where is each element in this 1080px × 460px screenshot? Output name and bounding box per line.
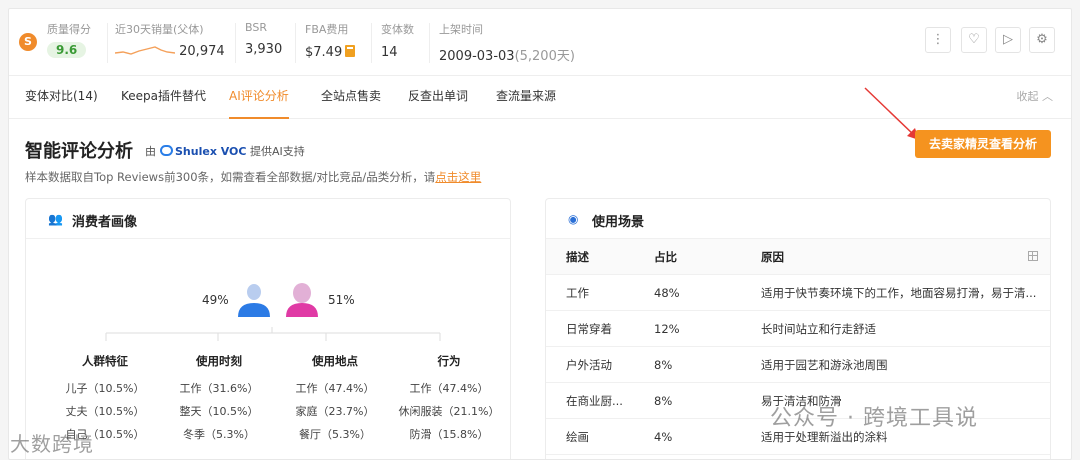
view-in-seller-sprite-button[interactable]: 去卖家精灵查看分析 bbox=[915, 130, 1051, 158]
tab-ai-review[interactable]: AI评论分析 bbox=[229, 76, 289, 119]
consumer-persona-panel: 👥 消费者画像 49% 51% 人群特征 儿子（10.5%） 丈夫（10.5%）… bbox=[25, 198, 511, 459]
powered-by: 由 Shulex VOC 提供AI支持 bbox=[145, 145, 305, 158]
video-icon[interactable]: ▷ bbox=[995, 27, 1021, 53]
quality-score-badge: 9.6 bbox=[47, 42, 87, 58]
table-row: 户外活动 8% 适用于园艺和游泳池周围 bbox=[546, 347, 1050, 383]
stat-listed: 上架时间 2009-03-03(5,200天) bbox=[439, 23, 575, 64]
female-avatar-icon bbox=[286, 283, 318, 317]
persona-group: 行为 工作（47.4%） 休闲服装（21.1%） 防滑（15.8%） bbox=[398, 354, 500, 441]
gear-icon[interactable]: ⚙ bbox=[1029, 27, 1055, 53]
more-icon[interactable]: ⋮ bbox=[925, 27, 951, 53]
calculator-icon[interactable] bbox=[345, 45, 356, 57]
tab-keepa[interactable]: Keepa插件替代 bbox=[121, 76, 206, 119]
table-row: 日常穿着 12% 长时间站立和行走舒适 bbox=[546, 311, 1050, 347]
section-description: 样本数据取自Top Reviews前300条，如需查看全部数据/对比竞品/品类分… bbox=[25, 170, 482, 184]
stats-bar: S 质量得分 9.6 近30天销量(父体) 20,974 BSR 3,930 F… bbox=[9, 9, 1071, 75]
persona-group: 使用时刻 工作（31.6%） 整天（10.5%） 冬季（5.3%） bbox=[179, 354, 259, 441]
tab-traffic-source[interactable]: 查流量来源 bbox=[496, 76, 556, 119]
users-icon: 👥 bbox=[48, 212, 63, 226]
collapse-button[interactable]: 收起 ︿ bbox=[1017, 76, 1054, 118]
product-card: S 质量得分 9.6 近30天销量(父体) 20,974 BSR 3,930 F… bbox=[8, 8, 1072, 460]
sales-sparkline-icon bbox=[114, 46, 176, 55]
tab-reverse-keywords[interactable]: 反查出单词 bbox=[408, 76, 468, 119]
female-percentage: 51% bbox=[328, 293, 355, 307]
stat-fba: FBA费用 $7.49 bbox=[305, 21, 356, 63]
persona-group: 使用地点 工作（47.4%） 家庭（23.7%） 餐厅（5.3%） bbox=[295, 354, 375, 441]
tab-variant-compare[interactable]: 变体对比(14) bbox=[25, 76, 98, 119]
tab-all-sites[interactable]: 全站点售卖 bbox=[321, 76, 381, 119]
stat-sales30: 近30天销量(父体) 20,974 bbox=[114, 23, 225, 59]
stat-bsr: BSR 3,930 bbox=[245, 21, 283, 57]
chevron-up-icon: ︿ bbox=[1042, 90, 1053, 103]
table-row: 工作 48% 适用于快节奏环境下的工作，地面容易打滑，易于清... bbox=[546, 275, 1050, 311]
table-header-row: 描述 占比 原因 bbox=[546, 239, 1050, 275]
heart-icon[interactable]: ♡ bbox=[961, 27, 987, 53]
male-percentage: 49% bbox=[202, 293, 229, 307]
location-pin-icon: ◉ bbox=[568, 212, 579, 226]
brand-logo-icon: S bbox=[19, 33, 37, 51]
stat-quality: 质量得分 9.6 bbox=[47, 23, 91, 58]
shulex-logo-icon bbox=[160, 145, 173, 156]
male-avatar-icon bbox=[238, 284, 270, 317]
watermark-left: 大数跨境 bbox=[10, 432, 94, 456]
click-here-link[interactable]: 点击这里 bbox=[435, 170, 481, 184]
section-title: 智能评论分析 bbox=[25, 141, 133, 162]
watermark-right: 公众号 · 跨境工具说 bbox=[770, 406, 978, 431]
grid-view-icon[interactable] bbox=[1028, 251, 1038, 261]
stat-variants: 变体数 14 bbox=[381, 23, 414, 60]
